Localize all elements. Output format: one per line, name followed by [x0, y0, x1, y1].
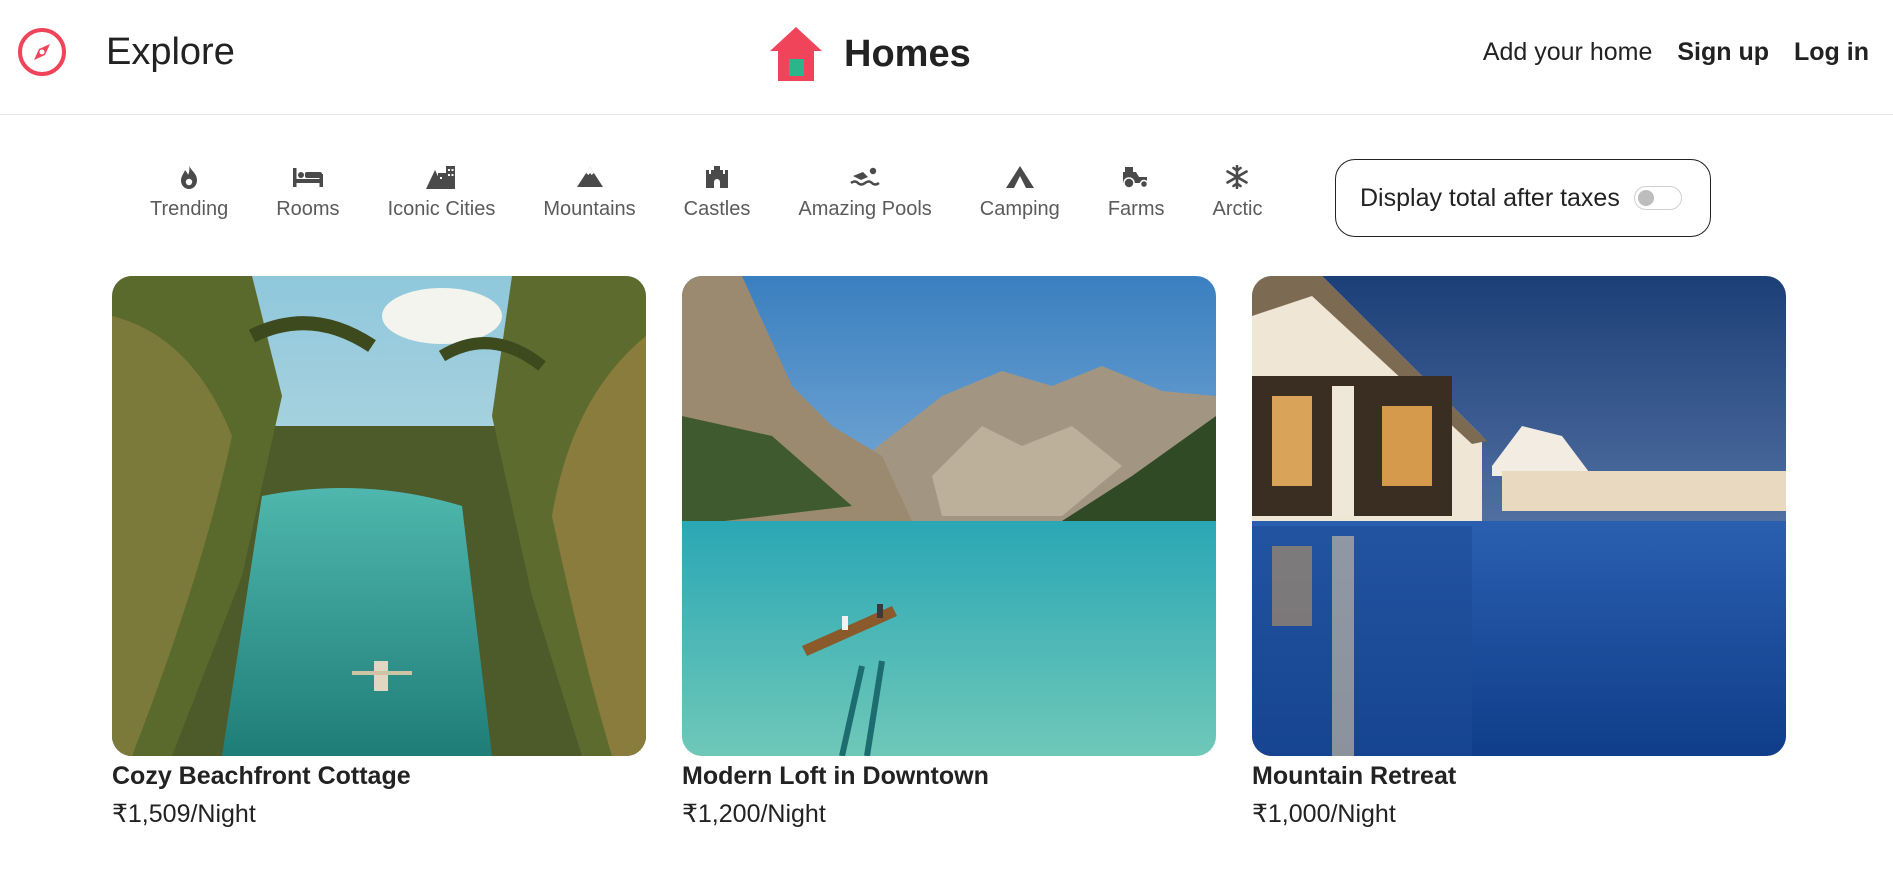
tractor-icon — [1119, 160, 1153, 194]
filter-farms[interactable]: Farms — [1107, 160, 1165, 221]
brand-logo[interactable]: Homes — [768, 25, 971, 83]
filter-trending[interactable]: Trending — [150, 160, 228, 221]
listing-title[interactable]: Cozy Beachfront Cottage — [112, 762, 646, 791]
explore-label: Explore — [106, 30, 235, 73]
compass-icon — [16, 26, 68, 78]
filter-amazing-pools[interactable]: Amazing Pools — [798, 160, 932, 221]
resort-pool-photo[interactable] — [1252, 276, 1786, 756]
listing-card[interactable]: Mountain Retreat ₹1,000/Night — [1252, 276, 1786, 829]
filter-label: Amazing Pools — [798, 198, 932, 220]
listing-title[interactable]: Mountain Retreat — [1252, 762, 1786, 791]
log-in-link[interactable]: Log in — [1794, 38, 1869, 67]
filter-rooms[interactable]: Rooms — [276, 160, 340, 221]
filter-label: Castles — [683, 198, 751, 220]
bed-icon — [291, 160, 325, 194]
explore-link[interactable]: Explore — [16, 22, 235, 82]
castle-icon — [700, 160, 734, 194]
tent-icon — [1003, 160, 1037, 194]
fire-icon — [172, 160, 206, 194]
listing-card[interactable]: Cozy Beachfront Cottage ₹1,509/Night — [112, 276, 646, 829]
palm-lagoon-photo[interactable] — [112, 276, 646, 756]
mountain-icon — [573, 160, 607, 194]
filter-label: Mountains — [543, 198, 636, 220]
swimmer-icon — [848, 160, 882, 194]
category-filter-bar: Trending Rooms Iconic Cities Mountains C… — [150, 160, 1262, 221]
house-icon — [768, 25, 824, 83]
sign-up-link[interactable]: Sign up — [1677, 38, 1769, 67]
listing-price: ₹1,200/Night — [682, 800, 826, 828]
tax-toggle-switch[interactable] — [1633, 186, 1682, 210]
tax-toggle-label: Display total after taxes — [1360, 183, 1620, 212]
filter-label: Farms — [1107, 198, 1165, 220]
mountain-lake-photo[interactable] — [682, 276, 1216, 756]
filter-label: Camping — [979, 198, 1060, 220]
listing-title[interactable]: Modern Loft in Downtown — [682, 762, 1216, 791]
filter-iconic-cities[interactable]: Iconic Cities — [387, 160, 496, 221]
filter-label: Rooms — [276, 198, 340, 220]
header-actions: Add your home Sign up Log in — [1483, 38, 1869, 67]
listing-price: ₹1,509/Night — [112, 800, 256, 828]
filter-label: Iconic Cities — [387, 198, 496, 220]
brand-name: Homes — [844, 32, 971, 75]
filter-label: Trending — [150, 198, 229, 220]
toggle-knob — [1637, 190, 1654, 206]
filter-arctic[interactable]: Arctic — [1212, 160, 1262, 221]
filter-camping[interactable]: Camping — [980, 160, 1060, 221]
snowflake-icon — [1220, 160, 1254, 194]
top-navbar: Explore Homes Add your home Sign up Log … — [0, 0, 1893, 115]
city-icon — [424, 160, 458, 194]
listing-price: ₹1,000/Night — [1252, 800, 1396, 828]
tax-toggle-box[interactable]: Display total after taxes — [1335, 159, 1711, 237]
filter-castles[interactable]: Castles — [683, 160, 751, 221]
add-your-home-link[interactable]: Add your home — [1483, 38, 1653, 67]
filter-label: Arctic — [1212, 198, 1263, 220]
listing-card[interactable]: Modern Loft in Downtown ₹1,200/Night — [682, 276, 1216, 829]
filter-mountains[interactable]: Mountains — [543, 160, 636, 221]
